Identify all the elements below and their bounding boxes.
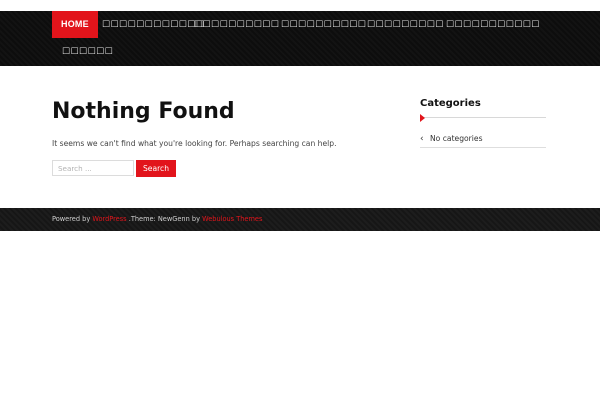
top-spacer <box>0 0 600 11</box>
webulous-themes-link[interactable]: Webulous Themes <box>202 215 262 223</box>
site-footer: Powered by WordPress .Theme: NewGenn by … <box>0 208 600 231</box>
search-input[interactable] <box>52 160 134 176</box>
nav-item-home[interactable]: HOME <box>52 11 98 38</box>
page-title: Nothing Found <box>52 99 235 124</box>
chevron-left-icon: ‹ <box>420 134 424 144</box>
category-label: No categories <box>430 134 483 143</box>
not-found-message: It seems we can't find what you're looki… <box>52 139 337 148</box>
footer-prefix: Powered by <box>52 215 93 223</box>
nav-item-4[interactable]: □□□□□□□□□□ <box>281 11 366 38</box>
search-button[interactable]: Search <box>136 160 176 177</box>
category-list-item: ‹ No categories <box>420 133 546 147</box>
nav-item-3[interactable]: □□□□□□□□□□ <box>194 11 279 38</box>
widget-title-divider <box>420 117 546 118</box>
categories-widget-title: Categories <box>420 98 481 109</box>
caret-right-icon <box>420 114 425 122</box>
main-navigation: HOME □□□□□□□□□□□□ □□□□□□□□□□ □□□□□□□□□□ … <box>0 11 600 66</box>
footer-theme-text: .Theme: NewGenn by <box>126 215 203 223</box>
footer-credits: Powered by WordPress .Theme: NewGenn by … <box>52 215 262 223</box>
nav-item-7[interactable]: □□□□□□ <box>62 38 113 65</box>
wordpress-link[interactable]: WordPress <box>92 215 126 223</box>
nav-item-5[interactable]: □□□□□□□□□ <box>367 11 444 38</box>
nav-item-6[interactable]: □□□□□□□□□□□ <box>446 11 540 38</box>
nav-item-2[interactable]: □□□□□□□□□□□□ <box>102 11 204 38</box>
category-divider <box>420 147 546 148</box>
